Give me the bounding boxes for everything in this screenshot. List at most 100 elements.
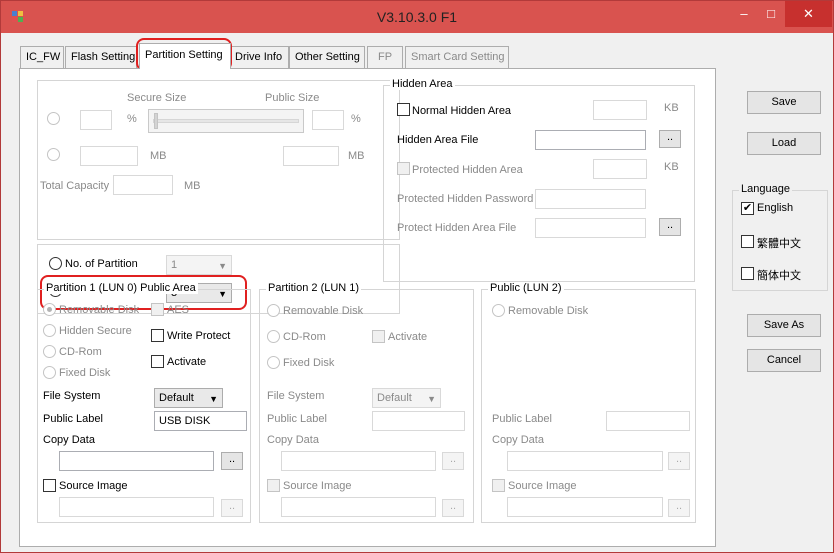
- p1-removable-disk-radio[interactable]: [43, 303, 56, 316]
- english-label: English: [757, 202, 794, 214]
- app-window: V3.10.3.0 F1 – □ ✕ IC_FW Flash Setting P…: [0, 0, 834, 553]
- hidden-area-file-browse-button[interactable]: ..: [659, 130, 681, 148]
- p2-fixed-disk-label: Fixed Disk: [283, 357, 335, 369]
- p1-source-image-checkbox[interactable]: [43, 479, 56, 492]
- window-title: V3.10.3.0 F1: [376, 9, 458, 25]
- tab-smart-card-setting[interactable]: Smart Card Setting: [405, 46, 509, 68]
- lun2-copy-data-input[interactable]: [507, 451, 663, 471]
- p1-fixed-disk-radio[interactable]: [43, 366, 56, 379]
- normal-hidden-kb-unit: KB: [664, 102, 679, 114]
- normal-hidden-area-checkbox[interactable]: [397, 103, 410, 116]
- p2-fixed-disk-radio[interactable]: [267, 356, 280, 369]
- hidden-area-title: Hidden Area: [390, 78, 455, 90]
- total-capacity-unit: MB: [184, 180, 201, 192]
- protect-hidden-area-file-label: Protect Hidden Area File: [397, 222, 517, 234]
- p1-fixed-disk-label: Fixed Disk: [59, 367, 111, 379]
- no-of-partition-select[interactable]: 1 ▼: [166, 255, 232, 275]
- p1-copy-data-browse-button[interactable]: ..: [221, 452, 243, 470]
- minimize-button[interactable]: –: [731, 1, 757, 27]
- p1-source-image-browse-button[interactable]: ..: [221, 499, 243, 517]
- protect-hidden-area-file-browse-button[interactable]: ..: [659, 218, 681, 236]
- p2-public-label-input[interactable]: [372, 411, 465, 431]
- size-slider[interactable]: [148, 109, 304, 133]
- p2-removable-disk-label: Removable Disk: [283, 305, 364, 317]
- normal-hidden-size-input[interactable]: [593, 100, 647, 120]
- load-button[interactable]: Load: [747, 132, 821, 155]
- p1-activate-label: Activate: [167, 356, 207, 368]
- p2-source-image-checkbox[interactable]: [267, 479, 280, 492]
- partition-setting-panel: Secure Size Public Size % % MB MB Total …: [19, 68, 716, 547]
- p1-write-protect-checkbox[interactable]: [151, 329, 164, 342]
- p2-copy-data-input[interactable]: [281, 451, 436, 471]
- secure-percent-input[interactable]: [80, 110, 112, 130]
- p1-file-system-select[interactable]: Default ▼: [154, 388, 223, 408]
- tab-partition-setting[interactable]: Partition Setting: [139, 43, 231, 69]
- lun2-source-image-label: Source Image: [508, 480, 577, 492]
- traditional-chinese-checkbox[interactable]: [741, 235, 754, 248]
- p1-copy-data-label: Copy Data: [43, 434, 95, 446]
- p1-copy-data-input[interactable]: [59, 451, 214, 471]
- lun2-source-image-input[interactable]: [507, 497, 663, 517]
- secure-percent-radio[interactable]: [47, 112, 60, 125]
- p2-activate-checkbox[interactable]: [372, 330, 385, 343]
- protected-hidden-password-label: Protected Hidden Password: [397, 193, 534, 205]
- p2-file-system-label: File System: [267, 390, 325, 402]
- hidden-area-file-input[interactable]: [535, 130, 646, 150]
- tab-drive-info[interactable]: Drive Info: [229, 46, 289, 68]
- protected-hidden-area-label: Protected Hidden Area: [412, 164, 523, 176]
- no-of-partition-radio[interactable]: [49, 257, 62, 270]
- p2-copy-data-browse-button[interactable]: ..: [442, 452, 464, 470]
- protected-hidden-size-input[interactable]: [593, 159, 647, 179]
- protect-hidden-area-file-input[interactable]: [535, 218, 646, 238]
- cancel-button[interactable]: Cancel: [747, 349, 821, 372]
- tab-flash-setting[interactable]: Flash Setting: [65, 46, 137, 68]
- public-mb-input[interactable]: [283, 146, 339, 166]
- public-mb-unit: MB: [348, 150, 365, 162]
- p2-source-image-input[interactable]: [281, 497, 436, 517]
- lun2-copy-data-browse-button[interactable]: ..: [668, 452, 690, 470]
- p1-public-label-label: Public Label: [43, 413, 103, 425]
- lun2-removable-disk-radio[interactable]: [492, 304, 505, 317]
- partition2-title: Partition 2 (LUN 1): [266, 282, 362, 294]
- partition1-title: Partition 1 (LUN 0) Public Area: [44, 282, 198, 294]
- p1-activate-checkbox[interactable]: [151, 355, 164, 368]
- simplified-chinese-label: 簡体中文: [757, 270, 801, 282]
- lun2-source-image-checkbox[interactable]: [492, 479, 505, 492]
- p2-removable-disk-radio[interactable]: [267, 304, 280, 317]
- p1-aes-checkbox[interactable]: [151, 303, 164, 316]
- save-as-button[interactable]: Save As: [747, 314, 821, 337]
- save-button[interactable]: Save: [747, 91, 821, 114]
- p1-removable-disk-label: Removable Disk: [59, 304, 140, 316]
- title-bar: V3.10.3.0 F1 – □ ✕: [1, 1, 833, 33]
- secure-mb-radio[interactable]: [47, 148, 60, 161]
- simplified-chinese-checkbox[interactable]: [741, 267, 754, 280]
- traditional-chinese-label: 繁體中文: [757, 238, 801, 250]
- protected-hidden-area-checkbox[interactable]: [397, 162, 410, 175]
- protected-hidden-password-input[interactable]: [535, 189, 646, 209]
- tab-ic-fw[interactable]: IC_FW: [20, 46, 64, 68]
- maximize-button[interactable]: □: [758, 1, 784, 27]
- lun2-source-image-browse-button[interactable]: ..: [668, 499, 690, 517]
- public-percent-input[interactable]: [312, 110, 344, 130]
- p2-cdrom-radio[interactable]: [267, 330, 280, 343]
- english-checkbox[interactable]: ✔: [741, 202, 754, 215]
- p1-source-image-label: Source Image: [59, 480, 128, 492]
- total-capacity-input[interactable]: [113, 175, 173, 195]
- lun2-public-label-input[interactable]: [606, 411, 690, 431]
- tab-other-setting[interactable]: Other Setting: [289, 46, 365, 68]
- tab-fp[interactable]: FP: [367, 46, 403, 68]
- p2-cdrom-label: CD-Rom: [283, 331, 326, 343]
- p1-write-protect-label: Write Protect: [167, 330, 231, 342]
- p1-source-image-input[interactable]: [59, 497, 214, 517]
- p2-file-system-select[interactable]: Default ▼: [372, 388, 441, 408]
- p1-cdrom-radio[interactable]: [43, 345, 56, 358]
- p1-public-label-input[interactable]: USB DISK: [154, 411, 247, 431]
- public-percent-unit: %: [351, 113, 361, 125]
- p2-source-image-label: Source Image: [283, 480, 352, 492]
- p2-source-image-browse-button[interactable]: ..: [442, 499, 464, 517]
- secure-mb-input[interactable]: [80, 146, 138, 166]
- language-title: Language: [739, 183, 792, 195]
- close-button[interactable]: ✕: [785, 1, 832, 27]
- p1-hidden-secure-radio[interactable]: [43, 324, 56, 337]
- client-area: IC_FW Flash Setting Partition Setting Dr…: [1, 33, 833, 552]
